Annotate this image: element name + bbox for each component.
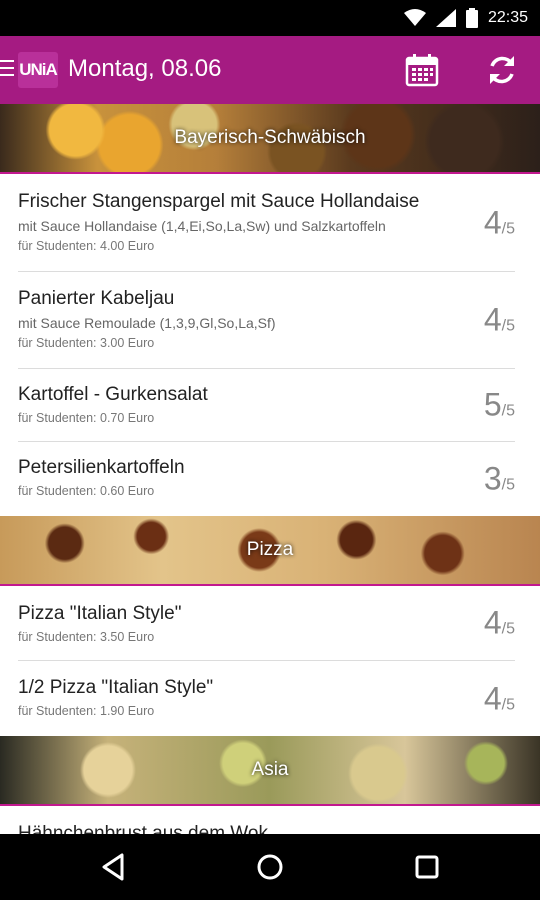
dish-name: Pizza "Italian Style" <box>18 603 182 624</box>
navigation-bar <box>0 834 540 900</box>
refresh-icon[interactable] <box>484 52 520 88</box>
dish-price: für Studenten: 4.00 Euro <box>18 239 155 253</box>
rating: 5/5 <box>483 386 515 423</box>
dish-name: Hähnchenbrust aus dem Wok <box>18 823 268 834</box>
list-item[interactable]: 1/2 Pizza "Italian Style" für Studenten:… <box>18 661 515 736</box>
dish-description: mit Sauce Hollandaise (1,4,Ei,So,La,Sw) … <box>18 218 386 234</box>
wifi-icon <box>403 9 426 26</box>
calendar-icon[interactable] <box>404 52 440 88</box>
dish-price: für Studenten: 3.50 Euro <box>18 630 155 644</box>
status-time: 22:35 <box>487 9 528 26</box>
dish-name: Frischer Stangenspargel mit Sauce Hollan… <box>18 191 420 212</box>
list-item[interactable]: Petersilienkartoffeln für Studenten: 0.6… <box>18 442 515 516</box>
status-bar: 22:35 <box>0 0 540 36</box>
signal-icon <box>435 9 456 27</box>
list-item[interactable]: Hähnchenbrust aus dem Wok <box>18 806 515 834</box>
rating: 4/5 <box>483 301 515 338</box>
section-header-asia: Asia <box>0 736 540 806</box>
dish-price: für Studenten: 3.00 Euro <box>18 336 155 350</box>
dish-price: für Studenten: 0.60 Euro <box>18 484 155 498</box>
section-header-pizza: Pizza <box>0 516 540 586</box>
rating: 4/5 <box>483 604 515 641</box>
dish-name: 1/2 Pizza "Italian Style" <box>18 677 214 698</box>
dish-name: Kartoffel - Gurkensalat <box>18 384 208 405</box>
section-title: Asia <box>251 759 289 780</box>
list-item[interactable]: Pizza "Italian Style" für Studenten: 3.5… <box>18 586 515 661</box>
app-bar: UNiA Montag, 08.06 <box>0 36 540 104</box>
app-logo[interactable]: UNiA <box>18 52 58 88</box>
rating: 3/5 <box>483 460 515 497</box>
list-item[interactable]: Kartoffel - Gurkensalat für Studenten: 0… <box>18 369 515 442</box>
dish-description: mit Sauce Remoulade (1,3,9,Gl,So,La,Sf) <box>18 315 276 331</box>
dish-name: Panierter Kabeljau <box>18 288 175 309</box>
dish-name: Petersilienkartoffeln <box>18 457 185 478</box>
dish-price: für Studenten: 0.70 Euro <box>18 411 155 425</box>
menu-icon[interactable] <box>0 60 14 80</box>
section-title: Bayerisch-Schwäbisch <box>174 127 366 148</box>
dish-price: für Studenten: 1.90 Euro <box>18 704 155 718</box>
page-title: Montag, 08.06 <box>68 55 222 82</box>
menu-list[interactable]: Bayerisch-Schwäbisch Frischer Stangenspa… <box>0 104 540 834</box>
back-icon[interactable] <box>98 851 130 883</box>
section-title: Pizza <box>246 539 294 560</box>
recents-icon[interactable] <box>411 851 443 883</box>
section-header-bayerisch: Bayerisch-Schwäbisch <box>0 104 540 174</box>
list-item[interactable]: Frischer Stangenspargel mit Sauce Hollan… <box>18 174 515 272</box>
rating: 4/5 <box>483 680 515 716</box>
list-item[interactable]: Panierter Kabeljau mit Sauce Remoulade (… <box>18 272 515 369</box>
battery-icon <box>465 8 478 28</box>
rating: 4/5 <box>483 204 515 240</box>
home-icon[interactable] <box>254 851 286 883</box>
